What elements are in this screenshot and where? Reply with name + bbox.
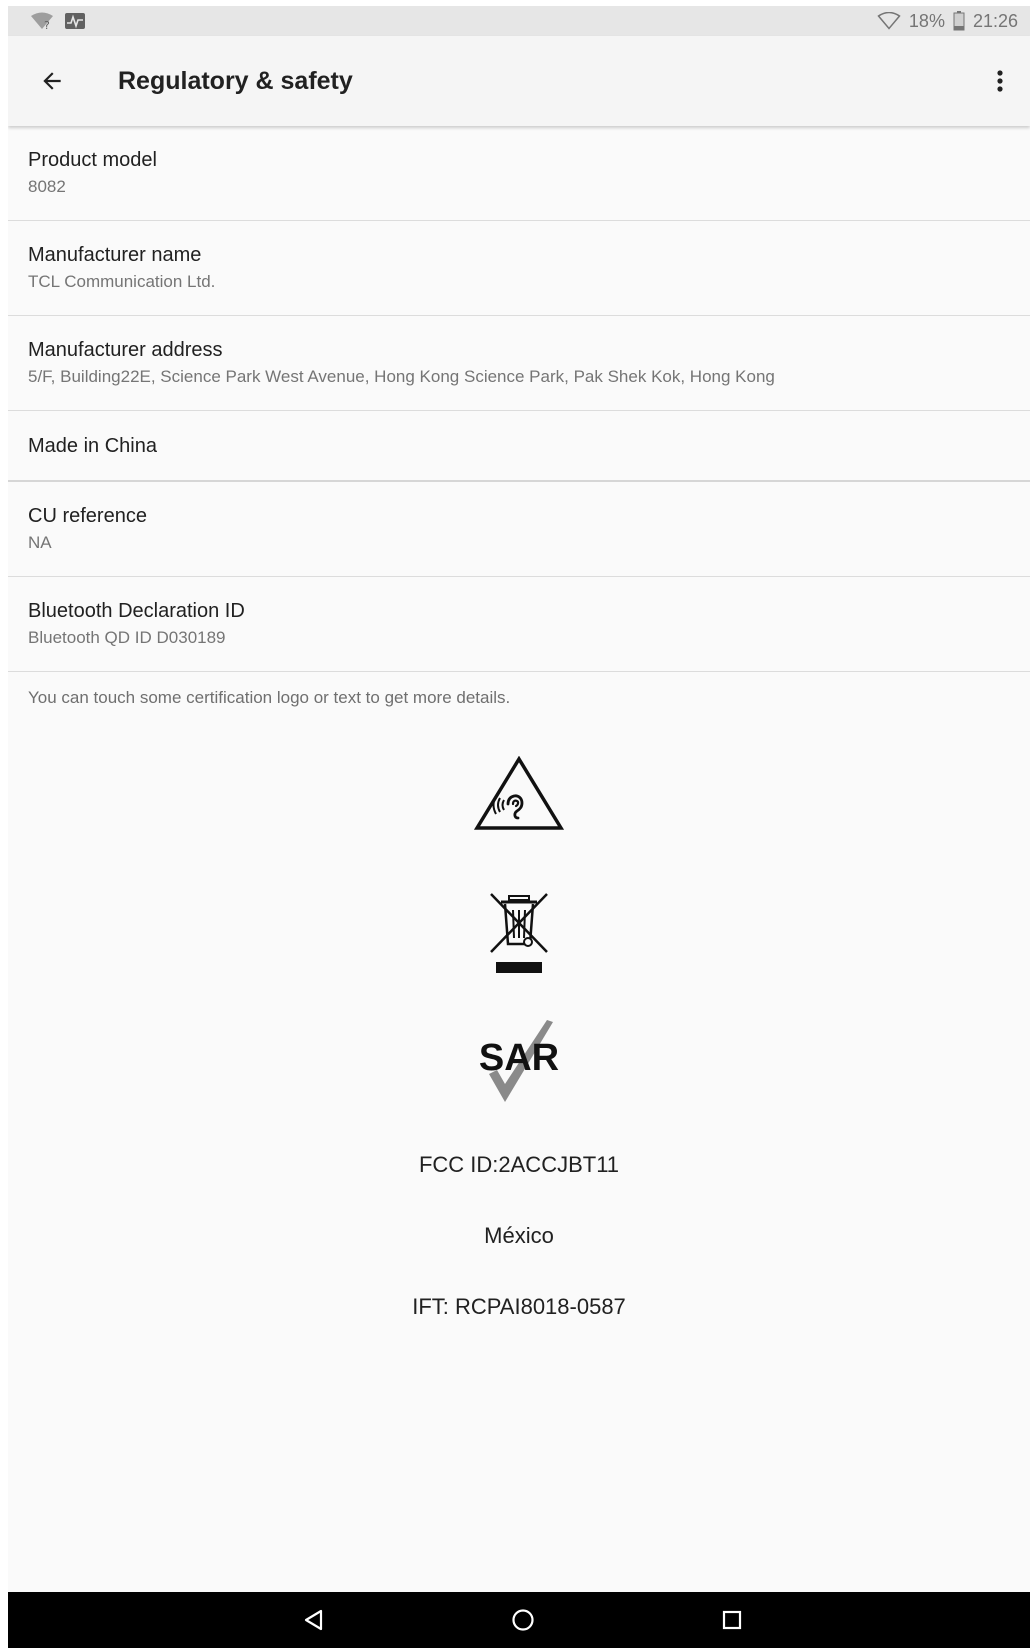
wifi-icon [877, 12, 901, 30]
weee-logo[interactable] [487, 892, 551, 978]
pref-summary: 8082 [28, 177, 66, 196]
battery-percent: 18% [908, 10, 945, 31]
nav-back-icon [304, 1609, 323, 1631]
pref-cu-reference[interactable]: CU reference NA [8, 482, 1030, 577]
pref-manufacturer-address[interactable]: Manufacturer address 5/F, Building22E, S… [8, 316, 1030, 411]
sar-logo[interactable]: SAR [471, 1018, 567, 1108]
pref-title: Made in China [28, 434, 157, 457]
pref-title: Product model [28, 149, 157, 171]
pref-manufacturer-name[interactable]: Manufacturer name TCL Communication Ltd. [8, 221, 1030, 316]
screen: ? 18% 21:26 Regulatory & safety Product … [8, 6, 1030, 1648]
nav-home-button[interactable] [493, 1592, 553, 1648]
status-right: 18% 21:26 [877, 11, 1018, 32]
status-left: ? [30, 12, 86, 30]
wifi-unknown-icon: ? [30, 12, 54, 30]
nav-recents-icon [722, 1610, 742, 1630]
activity-notification-icon [64, 12, 86, 30]
back-button[interactable] [28, 57, 76, 105]
more-vert-icon [997, 70, 1003, 92]
pref-product-model[interactable]: Product model 8082 [8, 126, 1030, 221]
toolbar: Regulatory & safety [8, 36, 1030, 126]
certification-hint: You can touch some certification logo or… [28, 688, 511, 707]
status-bar: ? 18% 21:26 [8, 6, 1030, 36]
pref-title: Manufacturer address [28, 339, 223, 361]
mexico-text[interactable]: México [8, 1223, 1030, 1249]
navigation-bar [8, 1592, 1030, 1648]
pref-summary: Bluetooth QD ID D030189 [28, 628, 226, 647]
pref-title: Manufacturer name [28, 244, 202, 266]
pref-summary: TCL Communication Ltd. [28, 272, 216, 291]
arrow-back-icon [43, 72, 61, 90]
preference-list: Product model 8082 Manufacturer name TCL… [8, 126, 1030, 672]
nav-back-button[interactable] [284, 1592, 344, 1648]
nav-recents-button[interactable] [702, 1592, 762, 1648]
sar-logo-text: SAR [479, 1037, 559, 1079]
status-time: 21:26 [972, 10, 1018, 31]
pref-summary: NA [28, 533, 52, 552]
battery-icon [953, 11, 965, 31]
svg-text:?: ? [44, 19, 50, 30]
ift-text[interactable]: IFT: RCPAI8018-0587 [8, 1294, 1030, 1320]
page-title: Regulatory & safety [118, 66, 353, 95]
pref-bluetooth-declaration[interactable]: Bluetooth Declaration ID Bluetooth QD ID… [8, 577, 1030, 672]
more-options-button[interactable] [980, 57, 1020, 105]
hearing-warning-logo[interactable] [474, 756, 564, 832]
fcc-id-text[interactable]: FCC ID:2ACCJBT11 [8, 1152, 1030, 1178]
nav-home-icon [512, 1609, 534, 1631]
weee-crossed-bin-icon [490, 893, 548, 973]
sar-check-icon: SAR [479, 1020, 559, 1102]
pref-title: Bluetooth Declaration ID [28, 600, 245, 622]
hearing-warning-icon [474, 756, 564, 830]
pref-summary: 5/F, Building22E, Science Park West Aven… [28, 367, 775, 386]
pref-made-in[interactable]: Made in China [8, 411, 1030, 482]
pref-title: CU reference [28, 505, 147, 527]
